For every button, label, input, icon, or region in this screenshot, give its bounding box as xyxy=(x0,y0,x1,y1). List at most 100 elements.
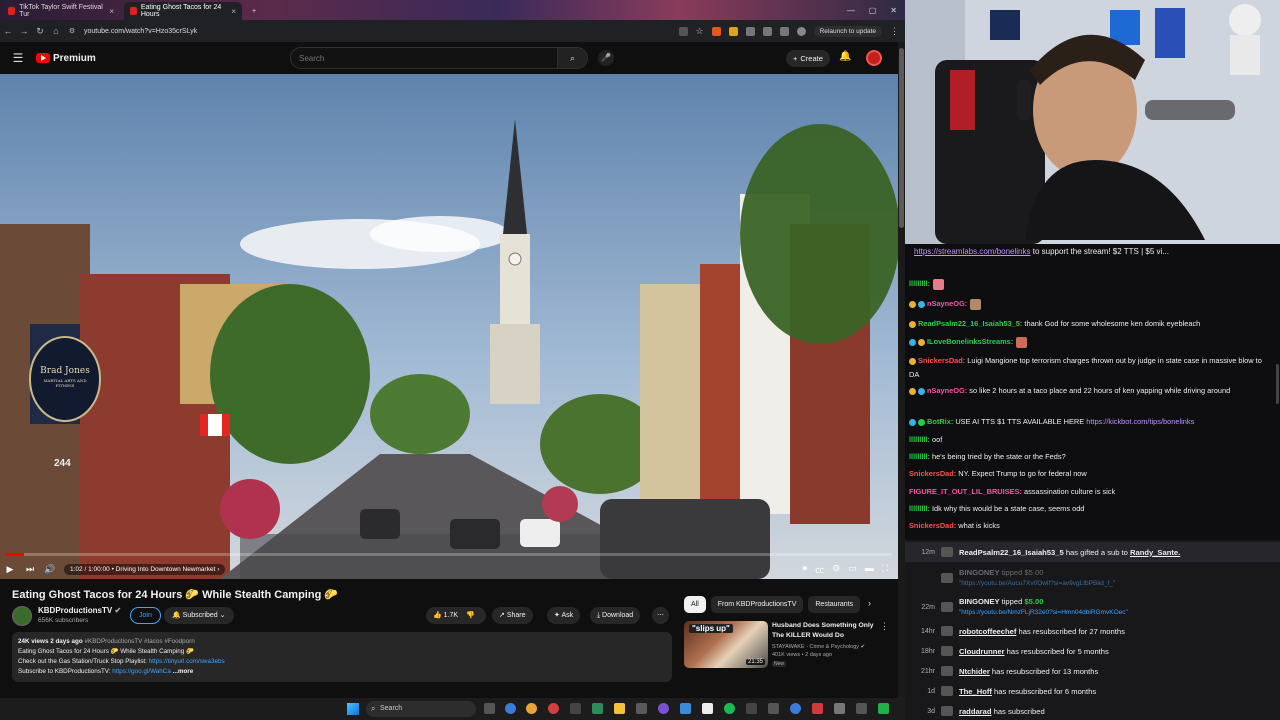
extension-icon[interactable] xyxy=(762,26,772,36)
chat-username[interactable]: lllllllll: xyxy=(909,504,930,513)
event-row[interactable]: 21hr Ntchider has resubscribed for 13 mo… xyxy=(905,661,1280,681)
play-icon[interactable]: ▶ xyxy=(0,564,20,575)
install-icon[interactable] xyxy=(678,26,688,36)
volume-icon[interactable]: 🔊 xyxy=(40,564,60,575)
forward-icon[interactable]: → xyxy=(16,26,32,36)
reload-icon[interactable]: ↻ xyxy=(32,26,48,37)
home-icon[interactable]: ⌂ xyxy=(48,26,64,36)
event-row[interactable]: 14hr robotcoffeechef has resubscribed fo… xyxy=(905,621,1280,641)
chip-all[interactable]: All xyxy=(684,596,706,613)
minimize-icon[interactable]: — xyxy=(847,6,855,15)
search-icon[interactable]: ⌕ xyxy=(557,48,587,68)
chat-username[interactable]: ILoveBonelinksStreams: xyxy=(927,337,1013,346)
app-icon[interactable] xyxy=(636,703,647,714)
app-icon[interactable] xyxy=(812,703,823,714)
join-button[interactable]: Join xyxy=(130,607,161,624)
event-row[interactable]: 1d The_Hoff has resubscribed for 6 month… xyxy=(905,681,1280,701)
extension-icon[interactable] xyxy=(745,26,755,36)
captions-icon[interactable]: ㏄ xyxy=(815,563,824,576)
chevron-right-icon[interactable]: › xyxy=(868,598,871,608)
event-username[interactable]: Randy_Sante. xyxy=(1130,548,1180,557)
notion-icon[interactable] xyxy=(746,703,757,714)
kickbot-link[interactable]: https://kickbot.com/tips/bonelinks xyxy=(1086,417,1194,426)
channel-name[interactable]: KBDProductionsTV ✔ xyxy=(38,606,121,615)
youtube-logo[interactable]: Premium xyxy=(36,53,96,64)
more-actions-icon[interactable]: ⋯ xyxy=(652,607,669,624)
chat-scrollbar[interactable] xyxy=(1276,364,1279,404)
close-icon[interactable]: × xyxy=(109,7,114,16)
autoplay-toggle-icon[interactable]: ⏺ xyxy=(803,563,808,576)
extension-icon[interactable] xyxy=(728,26,738,36)
description-box[interactable]: 24K views 2 days ago #KBDProductionsTV #… xyxy=(12,632,672,682)
scrollbar-thumb[interactable] xyxy=(899,48,904,228)
page-scrollbar[interactable] xyxy=(898,42,905,698)
bookmark-star-icon[interactable]: ☆ xyxy=(696,26,704,37)
event-username[interactable]: Ntchider xyxy=(959,667,990,676)
event-row[interactable]: 22m BINGONEY tipped $5.00 "https://youtu.… xyxy=(905,595,1280,619)
back-icon[interactable]: ← xyxy=(0,26,16,36)
create-button[interactable]: + Create xyxy=(786,50,830,67)
chat-username[interactable]: ReadPsalm22_16_Isaiah53_5: xyxy=(918,319,1022,328)
app-icon[interactable] xyxy=(680,703,691,714)
fullscreen-icon[interactable]: ⛶ xyxy=(882,563,888,576)
description-tags[interactable]: #KBDProductionsTV #tacos #Foodporn xyxy=(85,638,195,645)
browser-tab-active[interactable]: Eating Ghost Tacos for 24 Hours × xyxy=(124,2,242,20)
streamlabs-link[interactable]: https://streamlabs.com/bonelinks xyxy=(914,247,1031,256)
dislike-button[interactable]: 👎 xyxy=(466,612,475,619)
event-username[interactable]: Cloudrunner xyxy=(959,647,1005,656)
task-view-icon[interactable] xyxy=(484,703,495,714)
event-row[interactable]: 3d raddarad has subscribed xyxy=(905,701,1280,720)
recommended-channel[interactable]: STAYAWAKE - Crime & Psychology ✔ xyxy=(772,644,865,650)
settings-gear-icon[interactable]: ⚙ xyxy=(832,563,840,576)
event-row[interactable]: 12m ReadPsalm22_16_Isaiah53_5 has gifted… xyxy=(905,542,1280,562)
chip-restaurants[interactable]: Restaurants xyxy=(808,596,861,613)
edge-icon[interactable] xyxy=(505,703,516,714)
ask-button[interactable]: ✦ Ask xyxy=(547,607,581,624)
chrome-icon[interactable] xyxy=(526,703,537,714)
chat-username[interactable]: lllllllll: xyxy=(909,435,930,444)
close-icon[interactable]: × xyxy=(231,7,236,16)
event-row[interactable]: 18hr Cloudrunner has resubscribed for 5 … xyxy=(905,641,1280,661)
menu-kebab-icon[interactable]: ⋮ xyxy=(890,26,899,37)
hamburger-menu-icon[interactable]: ☰ xyxy=(0,51,36,65)
profile-icon[interactable] xyxy=(796,26,806,36)
extension-icon[interactable] xyxy=(711,26,721,36)
browser-tab[interactable]: TikTok Taylor Swift Festival Tur × xyxy=(2,2,120,20)
chat-username[interactable]: SnickersDad: xyxy=(918,356,965,365)
app-icon[interactable] xyxy=(878,703,889,714)
search-input[interactable] xyxy=(291,53,541,63)
app-icon[interactable] xyxy=(856,703,867,714)
file-explorer-icon[interactable] xyxy=(614,703,625,714)
spotify-icon[interactable] xyxy=(724,703,735,714)
chat-username[interactable]: SnickersDad: xyxy=(909,521,956,530)
chat-username[interactable]: lllllllll: xyxy=(909,279,930,288)
windows-start-icon[interactable] xyxy=(347,703,359,715)
microphone-icon[interactable]: 🎤 xyxy=(598,50,614,66)
next-icon[interactable]: ⏭ xyxy=(20,564,40,575)
more-vertical-icon[interactable]: ⋮ xyxy=(880,621,889,632)
recommended-title[interactable]: Husband Does Something Only The KILLER W… xyxy=(772,621,882,641)
close-window-icon[interactable]: ✕ xyxy=(890,6,897,15)
app-icon[interactable] xyxy=(790,703,801,714)
description-link[interactable]: https://goo.gl/WahCa xyxy=(112,668,171,675)
subscribed-button[interactable]: 🔔 Subscribed ⌄ xyxy=(164,607,234,624)
relaunch-button[interactable]: Relaunch to update xyxy=(813,25,882,37)
recommended-thumbnail[interactable]: "slips up" 21:35 xyxy=(684,621,768,668)
chrome-profile-icon[interactable] xyxy=(548,703,559,714)
video-progress-bar[interactable] xyxy=(6,553,892,556)
event-username[interactable]: BINGONEY xyxy=(959,597,1000,606)
avatar[interactable] xyxy=(866,50,882,66)
chat-username[interactable]: SnickersDad: xyxy=(909,469,956,478)
event-username[interactable]: The_Hoff xyxy=(959,687,992,696)
app-icon[interactable] xyxy=(702,703,713,714)
chat-username[interactable]: nSayneOG: xyxy=(927,299,967,308)
app-icon[interactable] xyxy=(768,703,779,714)
chat-username[interactable]: BotRix: xyxy=(927,417,953,426)
app-icon[interactable] xyxy=(834,703,845,714)
event-row[interactable]: BINGONEY tipped $5.00 "https://youtu.be/A… xyxy=(905,566,1280,590)
theater-icon[interactable]: ▬ xyxy=(865,563,874,576)
recommended-video[interactable]: "slips up" 21:35 Husband Does Something … xyxy=(684,621,894,671)
taskbar-search[interactable]: Search xyxy=(366,701,476,717)
event-username[interactable]: raddarad xyxy=(959,707,992,716)
notifications-bell-icon[interactable]: 🔔 xyxy=(839,51,851,62)
